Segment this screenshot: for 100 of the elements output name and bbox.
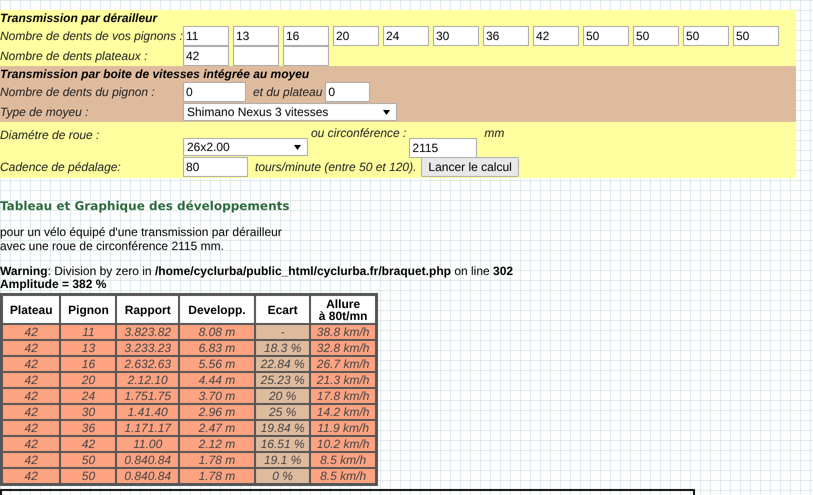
- intro-text: pour un vélo équipé d'une transmission par dérailleur: [0, 225, 283, 239]
- table-cell: 2.12.10: [116, 372, 179, 388]
- table-cell: 6.83 m: [178, 340, 255, 356]
- table-cell: 8.5 km/h: [310, 452, 376, 468]
- plateau-input[interactable]: 0: [325, 82, 370, 102]
- pignon-input[interactable]: 36: [483, 26, 529, 46]
- table-cell: 17.8 km/h: [310, 388, 376, 404]
- circumference-input[interactable]: 2115: [409, 138, 478, 158]
- pignon-input[interactable]: 0: [183, 82, 246, 102]
- column-header: Plateau: [2, 295, 60, 324]
- table-cell: 5.56 m: [178, 356, 255, 372]
- table-cell: 19.1 %: [255, 452, 310, 468]
- field-label: Diamétre de roue :: [0, 127, 100, 142]
- table-cell: 14.2 km/h: [310, 404, 376, 420]
- table-cell: 0 %: [255, 468, 310, 484]
- table-cell: 18.3 %: [255, 340, 310, 356]
- table-cell: 0.840.84: [116, 468, 179, 484]
- table-cell: 1.751.75: [116, 388, 179, 404]
- plateau-input[interactable]: 42: [183, 46, 229, 66]
- table-cell: 4.44 m: [178, 372, 255, 388]
- table-cell: 10.2 km/h: [310, 436, 376, 452]
- table-cell: 2.632.63: [116, 356, 179, 372]
- table-cell: 11.9 km/h: [310, 420, 376, 436]
- table-cell: 42: [2, 404, 60, 420]
- table-cell: 3.823.82: [116, 324, 179, 340]
- table-cell: 20 %: [255, 388, 310, 404]
- table-cell: 8.5 km/h: [310, 468, 376, 484]
- table-cell: 42: [60, 436, 116, 452]
- table-cell: 11: [60, 324, 116, 340]
- table-cell: 42: [2, 356, 60, 372]
- field-label: Nombre de dents plateaux :: [0, 49, 148, 63]
- plateau-input[interactable]: [233, 46, 279, 66]
- table-cell: 1.78 m: [178, 468, 255, 484]
- table-cell: 25.23 %: [255, 372, 310, 388]
- pignon-input[interactable]: 11: [183, 26, 229, 46]
- diameter-select[interactable]: 26x2.00: [183, 138, 308, 156]
- table-cell: 1.171.17: [116, 420, 179, 436]
- field-label: et du plateau: [253, 85, 322, 99]
- pignon-input[interactable]: 50: [633, 26, 679, 46]
- table-cell: 20: [60, 372, 116, 388]
- table-cell: 24: [60, 388, 116, 404]
- table-cell: 16.51 %: [255, 436, 310, 452]
- caret-icon: [383, 110, 390, 114]
- field-label: Nombre de dents du pignon :: [0, 85, 156, 99]
- table-cell: 3.233.23: [116, 340, 179, 356]
- table-cell: 25 %: [255, 404, 310, 420]
- table-cell: 42: [2, 324, 60, 340]
- table-cell: -: [255, 324, 310, 340]
- column-header: Ecart: [255, 295, 310, 324]
- table-cell: 38.8 km/h: [310, 324, 376, 340]
- pignon-input[interactable]: 20: [333, 26, 379, 46]
- table-cell: 13: [60, 340, 116, 356]
- table-cell: 50: [60, 452, 116, 468]
- pignon-input[interactable]: 42: [533, 26, 579, 46]
- field-label: ou circonférence :: [311, 126, 406, 140]
- column-header: Developp.: [178, 295, 255, 324]
- field-label: Type de moyeu :: [0, 105, 90, 119]
- table-cell: 19.84 %: [255, 420, 310, 436]
- table-cell: 1.78 m: [178, 452, 255, 468]
- table-cell: 2.47 m: [178, 420, 255, 436]
- caret-icon: [294, 144, 301, 150]
- table-cell: 42: [2, 388, 60, 404]
- column-header: Rapport: [116, 295, 179, 324]
- pignon-input[interactable]: 16: [283, 26, 329, 46]
- pignon-input[interactable]: 13: [233, 26, 279, 46]
- unit-label: mm: [484, 126, 504, 140]
- moyeu-select[interactable]: Shimano Nexus 3 vitesses: [183, 103, 397, 121]
- table-cell: 36: [60, 420, 116, 436]
- cadence-input[interactable]: 80: [183, 157, 248, 177]
- pignon-input[interactable]: 50: [683, 26, 729, 46]
- warning-text: Warning: Division by zero in /home/cyclurba/public_html/cyclurba.fr/braquet.php on line 302: [0, 265, 514, 278]
- plateau-input[interactable]: [283, 46, 329, 66]
- table-cell: 42: [2, 436, 60, 452]
- table-cell: 0.840.84: [116, 452, 179, 468]
- intro-text: avec une roue de circonférence 2115 mm.: [0, 239, 225, 253]
- table-cell: 16: [60, 356, 116, 372]
- results-title: Tableau et Graphique des développements: [0, 199, 290, 213]
- table-cell: 21.3 km/h: [310, 372, 376, 388]
- pignon-input[interactable]: 50: [583, 26, 629, 46]
- hint-text: tours/minute (entre 50 et 120).: [255, 160, 416, 174]
- calculate-button[interactable]: Lancer le calcul: [421, 157, 519, 177]
- table-cell: 42: [2, 468, 60, 484]
- field-label: Nombre de dents de vos pignons :: [0, 29, 183, 43]
- table-cell: 50: [60, 468, 116, 484]
- table-cell: 11.00: [116, 436, 179, 452]
- column-header: Pignon: [60, 295, 116, 324]
- table-cell: 42: [2, 372, 60, 388]
- table-cell: 2.12 m: [178, 436, 255, 452]
- table-cell: 42: [2, 420, 60, 436]
- pignon-input[interactable]: 30: [433, 26, 479, 46]
- table-cell: 3.70 m: [178, 388, 255, 404]
- pignon-input[interactable]: 24: [383, 26, 429, 46]
- section-title: Transmission par dérailleur: [0, 10, 159, 26]
- pignon-input[interactable]: 50: [733, 26, 779, 46]
- table-cell: 26.7 km/h: [310, 356, 376, 372]
- table-cell: 1.41.40: [116, 404, 179, 420]
- table-cell: 8.08 m: [178, 324, 255, 340]
- amplitude-text: Amplitude = 382 %: [0, 278, 106, 291]
- table-cell: 32.8 km/h: [310, 340, 376, 356]
- field-label: Cadence de pédalage:: [0, 160, 122, 174]
